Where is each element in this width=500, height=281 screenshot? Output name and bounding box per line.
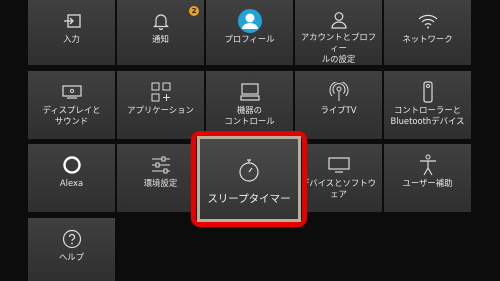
tile-profiles[interactable]: プロフィール xyxy=(206,0,293,65)
tile-account-label: アカウントとプロフィー ルの設定 xyxy=(300,32,377,64)
tile-equipment[interactable]: 機器の コントロール xyxy=(206,71,293,139)
tile-display[interactable]: ディスプレイと サウンド xyxy=(28,71,115,139)
tile-alexa[interactable]: Alexa xyxy=(28,144,115,212)
tile-help[interactable]: ヘルプ xyxy=(28,218,115,281)
notification-badge: 2 xyxy=(189,6,199,16)
tile-accessibility-label: ユーザー補助 xyxy=(402,178,453,188)
tv-control-icon xyxy=(237,81,263,103)
apps-icon xyxy=(148,81,174,103)
tile-applications-label: アプリケーション xyxy=(127,105,194,115)
tile-account[interactable]: アカウントとプロフィー ルの設定 xyxy=(295,0,382,65)
tile-input-label: 入力 xyxy=(63,34,80,44)
tile-network-label: ネットワーク xyxy=(402,34,453,44)
tile-notifications-label: 通知 xyxy=(152,34,169,44)
person-icon xyxy=(326,10,352,30)
tile-network[interactable]: ネットワーク xyxy=(384,0,471,65)
tile-accessibility[interactable]: ユーザー補助 xyxy=(384,144,471,212)
tile-help-label: ヘルプ xyxy=(58,252,85,262)
tile-profiles-label: プロフィール xyxy=(224,34,275,44)
input-icon xyxy=(59,10,85,32)
tile-sleep-timer-label: スリープタイマー xyxy=(207,193,291,205)
remote-icon xyxy=(415,81,441,103)
sliders-icon xyxy=(148,154,174,176)
tile-device[interactable]: デバイスとソフトウェア xyxy=(295,144,382,212)
tile-input[interactable]: 入力 xyxy=(28,0,115,65)
tile-notifications[interactable]: 通知 2 xyxy=(117,0,204,65)
tile-alexa-label: Alexa xyxy=(59,178,84,188)
settings-grid: 入力 通知 2 プロフィール アカウントとプロフィー ルの設定 ネットワーク デ… xyxy=(0,0,500,281)
tile-preferences-label: 環境設定 xyxy=(143,178,178,188)
tile-controllers-label: コントローラーと Bluetoothデバイス xyxy=(390,105,465,126)
monitor-icon xyxy=(326,154,352,176)
tile-controllers[interactable]: コントローラーと Bluetoothデバイス xyxy=(384,71,471,139)
tile-display-label: ディスプレイと サウンド xyxy=(42,105,101,126)
alexa-icon xyxy=(59,154,85,176)
tile-device-label: デバイスとソフトウェア xyxy=(300,178,377,199)
tile-livetv[interactable]: ライブTV xyxy=(295,71,382,139)
antenna-icon xyxy=(326,81,352,103)
avatar-icon xyxy=(237,9,263,33)
bell-icon xyxy=(148,10,174,32)
tile-equipment-label: 機器の コントロール xyxy=(224,105,275,126)
stopwatch-icon xyxy=(238,157,260,183)
wifi-icon xyxy=(415,10,441,32)
accessibility-icon xyxy=(415,154,441,176)
tile-applications[interactable]: アプリケーション xyxy=(117,71,204,139)
help-icon xyxy=(59,228,85,250)
tile-livetv-label: ライブTV xyxy=(320,105,357,115)
display-icon xyxy=(59,81,85,103)
tile-sleep-timer[interactable]: スリープタイマー xyxy=(197,136,301,222)
